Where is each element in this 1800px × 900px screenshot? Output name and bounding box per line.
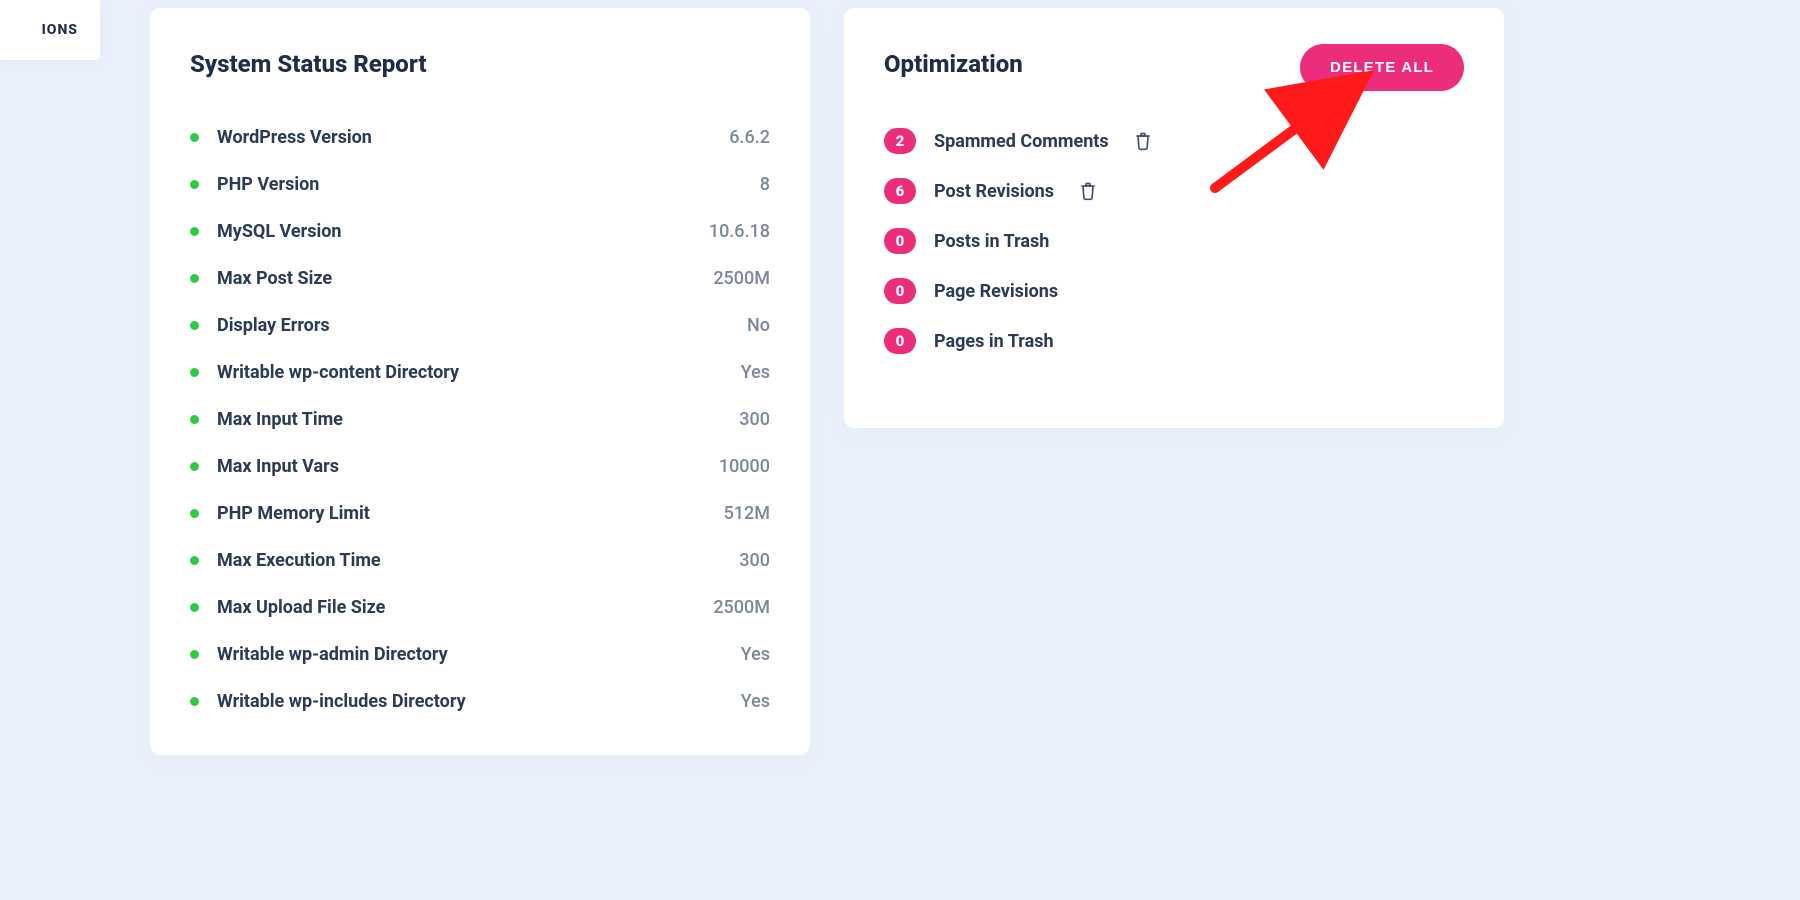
status-value: 2500M: [713, 268, 770, 289]
status-label: PHP Version: [217, 174, 319, 195]
optimization-card: Optimization DELETE ALL 2Spammed Comment…: [844, 8, 1504, 428]
status-label: Writable wp-includes Directory: [217, 691, 466, 712]
optimization-label: Pages in Trash: [934, 331, 1054, 352]
status-value: 2500M: [713, 597, 770, 618]
count-badge: 0: [884, 278, 916, 304]
status-label: Max Post Size: [217, 268, 332, 289]
status-dot-icon: [190, 180, 199, 189]
status-row: PHP Version 8: [190, 161, 770, 208]
status-dot-icon: [190, 462, 199, 471]
status-dot-icon: [190, 368, 199, 377]
status-dot-icon: [190, 415, 199, 424]
status-row: Max Upload File Size 2500M: [190, 584, 770, 631]
optimization-label: Post Revisions: [934, 181, 1054, 202]
optimization-row: 6 Post Revisions: [884, 166, 1464, 216]
status-dot-icon: [190, 603, 199, 612]
status-label: MySQL Version: [217, 221, 341, 242]
status-dot-icon: [190, 133, 199, 142]
optimization-label: Page Revisions: [934, 281, 1058, 302]
status-row: MySQL Version 10.6.18: [190, 208, 770, 255]
delete-all-button[interactable]: DELETE ALL: [1300, 44, 1464, 91]
status-dot-icon: [190, 227, 199, 236]
status-label: Writable wp-admin Directory: [217, 644, 448, 665]
count-badge: 0: [884, 228, 916, 254]
status-value: No: [747, 315, 770, 336]
status-row: WordPress Version 6.6.2: [190, 114, 770, 161]
status-row: PHP Memory Limit 512M: [190, 490, 770, 537]
status-row: Max Post Size 2500M: [190, 255, 770, 302]
status-row: Writable wp-content Directory Yes: [190, 349, 770, 396]
status-value: 300: [739, 409, 770, 430]
optimization-row: 2 Spammed Comments: [884, 116, 1464, 166]
optimization-label: Spammed Comments: [934, 131, 1109, 152]
optimization-row: 0 Pages in Trash: [884, 316, 1464, 366]
status-value: 6.6.2: [729, 127, 770, 148]
status-dot-icon: [190, 274, 199, 283]
status-value: Yes: [741, 691, 770, 712]
status-label: Max Execution Time: [217, 550, 381, 571]
status-dot-icon: [190, 321, 199, 330]
status-value: 10.6.18: [709, 221, 770, 242]
optimization-row: 0 Page Revisions: [884, 266, 1464, 316]
status-dot-icon: [190, 650, 199, 659]
status-row: Display Errors No: [190, 302, 770, 349]
status-value: Yes: [741, 362, 770, 383]
status-label: Max Input Time: [217, 409, 343, 430]
status-dot-icon: [190, 697, 199, 706]
trash-icon[interactable]: [1078, 180, 1098, 202]
status-label: Max Upload File Size: [217, 597, 385, 618]
status-row: Writable wp-includes Directory Yes: [190, 678, 770, 725]
status-label: Max Input Vars: [217, 456, 339, 477]
status-value: 8: [760, 174, 770, 195]
status-label: WordPress Version: [217, 127, 372, 148]
status-label: Writable wp-content Directory: [217, 362, 459, 383]
count-badge: 0: [884, 328, 916, 354]
status-value: Yes: [741, 644, 770, 665]
status-row: Max Execution Time 300: [190, 537, 770, 584]
status-row: Writable wp-admin Directory Yes: [190, 631, 770, 678]
count-badge: 6: [884, 178, 916, 204]
count-badge: 2: [884, 128, 916, 154]
sidebar-fragment: IONS: [0, 0, 100, 60]
status-label: PHP Memory Limit: [217, 503, 370, 524]
status-dot-icon: [190, 509, 199, 518]
trash-icon[interactable]: [1133, 130, 1153, 152]
status-label: Display Errors: [217, 315, 330, 336]
sidebar-fragment-text: IONS: [42, 22, 78, 38]
optimization-label: Posts in Trash: [934, 231, 1049, 252]
status-row: Max Input Time 300: [190, 396, 770, 443]
status-value: 300: [739, 550, 770, 571]
status-row: Max Input Vars 10000: [190, 443, 770, 490]
system-status-card: System Status Report WordPress Version 6.…: [150, 8, 810, 755]
optimization-row: 0 Posts in Trash: [884, 216, 1464, 266]
status-value: 512M: [724, 503, 770, 524]
status-dot-icon: [190, 556, 199, 565]
status-value: 10000: [719, 456, 770, 477]
system-status-title: System Status Report: [190, 50, 770, 78]
